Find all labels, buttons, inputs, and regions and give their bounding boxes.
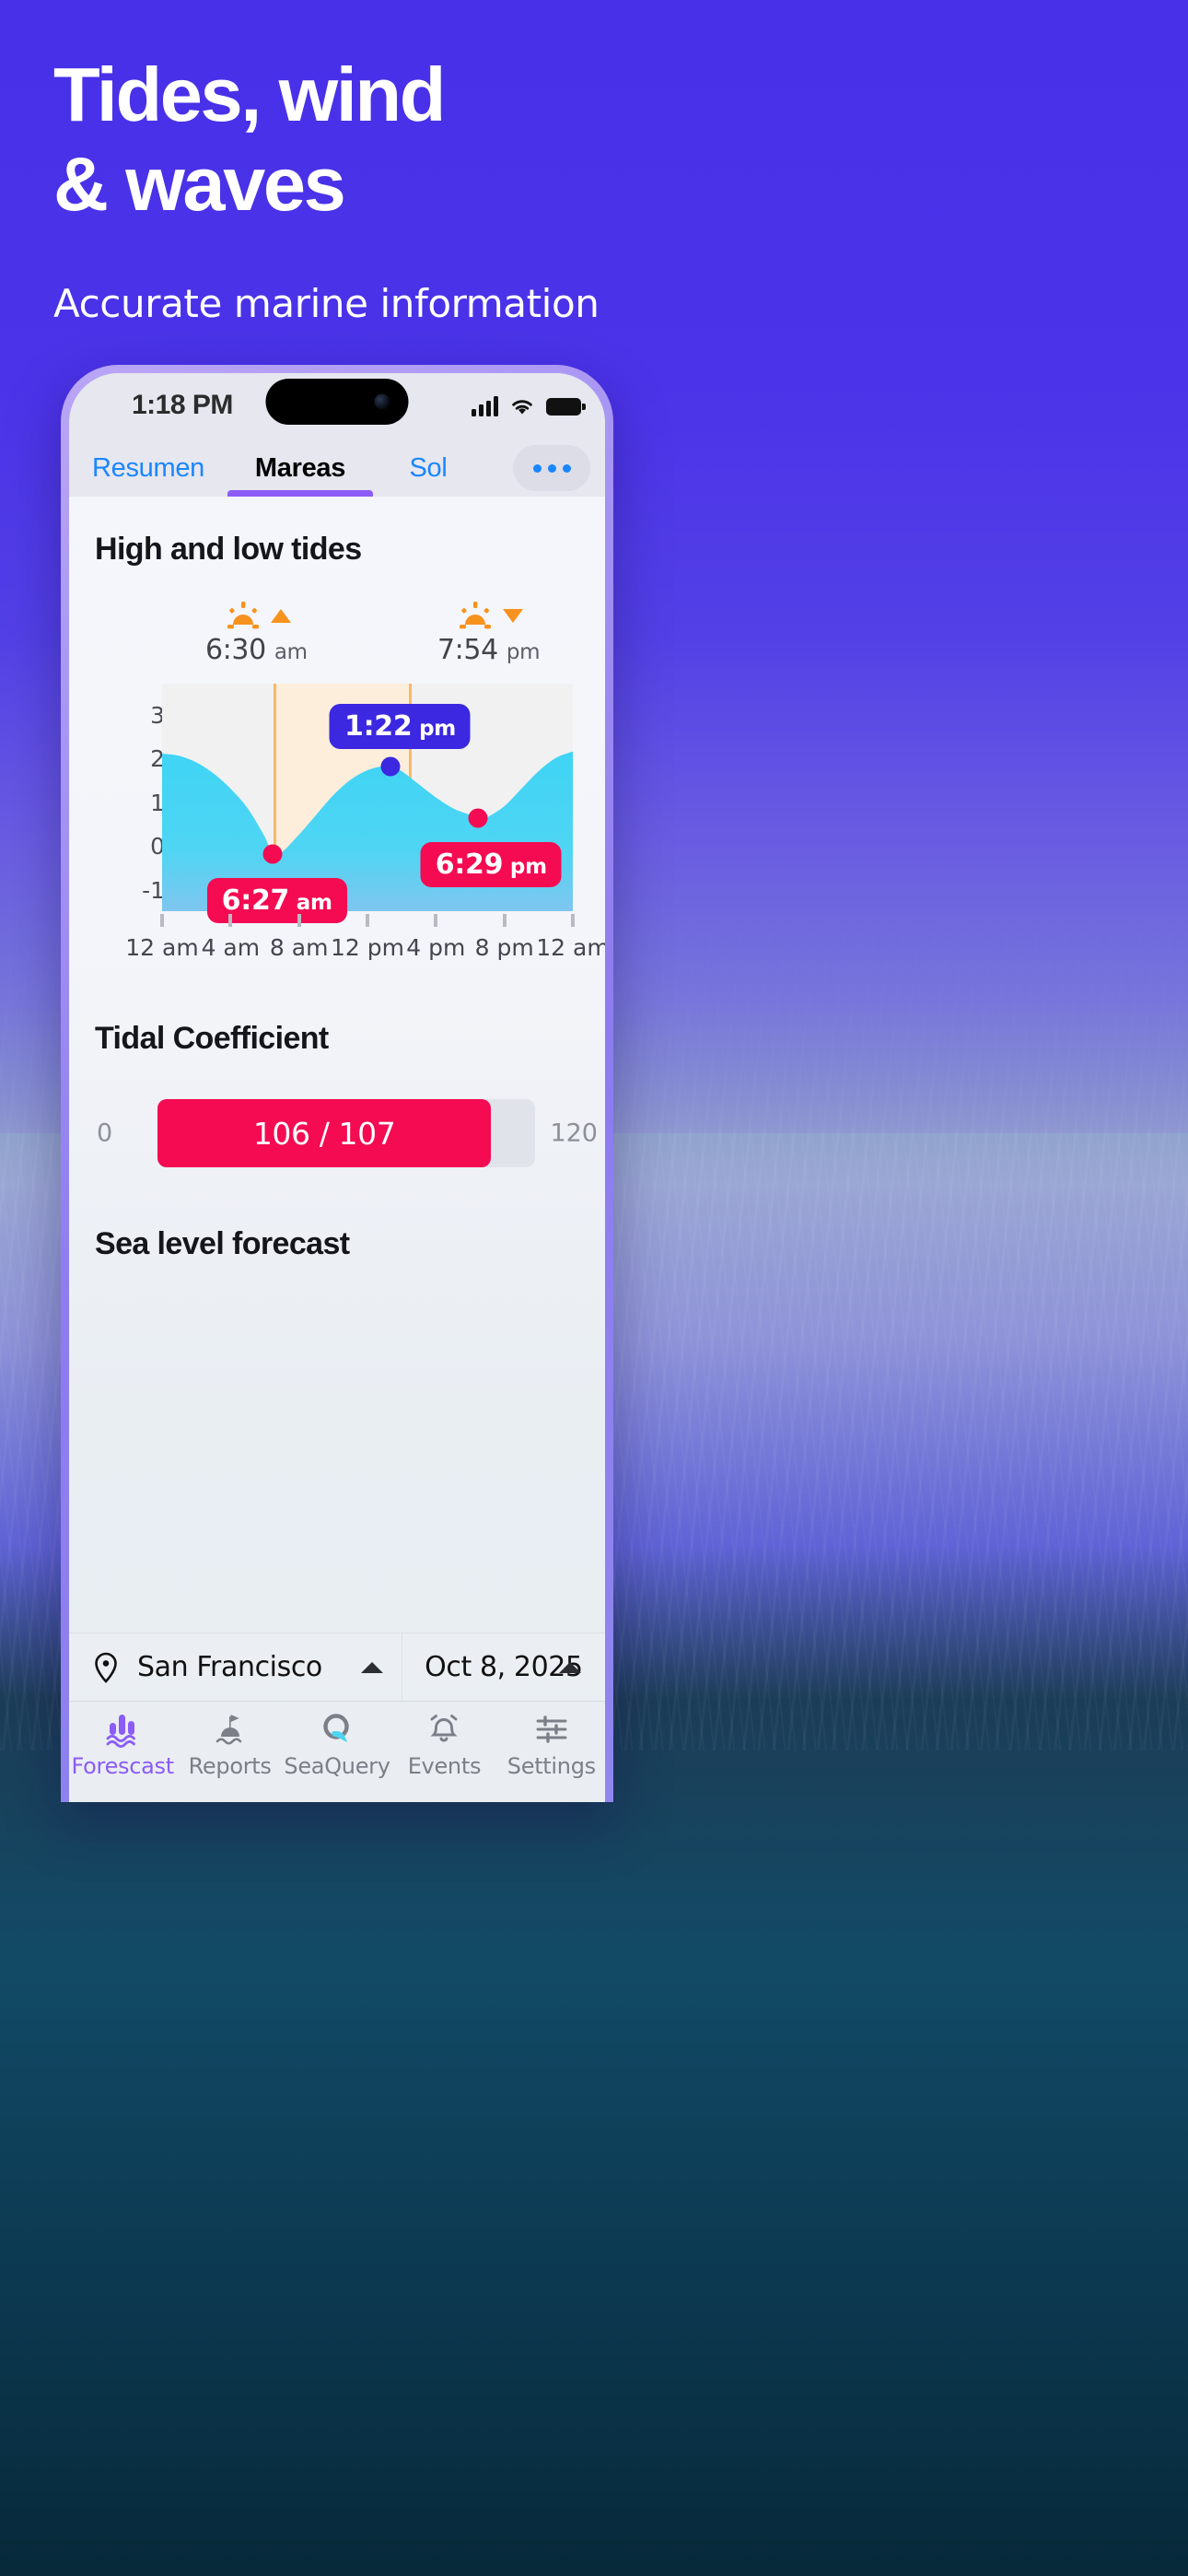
x-tick [228, 914, 233, 927]
x-tick [571, 914, 575, 927]
date-selector[interactable]: Oct 8, 2025 [401, 1633, 605, 1701]
alarm-bell-icon [425, 1709, 463, 1750]
location-name: San Francisco [137, 1651, 322, 1683]
sun-times-row: 6:30 am 7:54 pm [69, 601, 605, 678]
nav-label: Forescast [71, 1753, 175, 1779]
coefficient-row: 0 106 / 107 120 [69, 1099, 605, 1167]
x-tick-label: 4 pm [406, 934, 466, 961]
nav-label: SeaQuery [284, 1753, 390, 1779]
x-tick-label: 4 am [201, 934, 261, 961]
nav-item-seaquery[interactable]: SeaQuery [284, 1709, 390, 1779]
location-date-bar: San Francisco Oct 8, 2025 [69, 1633, 605, 1701]
sunset-group: 7:54 pm [437, 601, 541, 666]
nav-item-events[interactable]: Events [390, 1709, 497, 1779]
coefficient-max-label: 120 [550, 1118, 598, 1148]
section-title-tides: High and low tides [95, 532, 362, 567]
nav-item-settings[interactable]: Settings [498, 1709, 605, 1779]
battery-icon [546, 397, 586, 416]
sliders-icon [532, 1709, 571, 1750]
x-tick-label: 8 am [269, 934, 329, 961]
chart-y-axis: 3 2 1 0 -1 [124, 691, 185, 921]
coefficient-min-label: 0 [97, 1118, 113, 1148]
coefficient-track[interactable]: 106 / 107 [157, 1099, 535, 1167]
tab-mareas[interactable]: Mareas [227, 439, 373, 497]
sunrise-icon [205, 601, 308, 630]
sunrise-time: 6:30 am [205, 634, 308, 666]
sunrise-group: 6:30 am [205, 601, 308, 666]
ellipsis-dot-icon [562, 463, 571, 473]
section-title-coefficient: Tidal Coefficient [95, 1021, 329, 1056]
nav-item-reports[interactable]: Reports [176, 1709, 283, 1779]
sunrise-meridiem: am [274, 640, 308, 664]
tide-time: 6:29 [435, 849, 504, 882]
phone-screen: 1:18 PM Resumen Mareas Sol High and low … [69, 373, 605, 1802]
sunset-time-value: 7:54 [437, 634, 498, 666]
tide-meridiem: am [289, 891, 332, 916]
low-tide-label: 6:29 pm [420, 842, 562, 888]
arrow-up-icon [270, 608, 291, 623]
location-selector[interactable]: San Francisco [69, 1633, 402, 1701]
high-tide-label: 1:22 pm [330, 704, 471, 750]
coefficient-value: 106 / 107 [157, 1099, 492, 1167]
wifi-icon [512, 399, 532, 414]
sunset-time: 7:54 pm [437, 634, 541, 666]
sunset-meridiem: pm [506, 640, 541, 664]
low-tide-marker [262, 844, 283, 864]
sunrise-time-value: 6:30 [205, 634, 266, 666]
tab-sol[interactable]: Sol [373, 439, 483, 497]
buoy-flag-icon [211, 1709, 250, 1750]
status-clock: 1:18 PM [132, 390, 233, 420]
status-bar: 1:18 PM [69, 373, 605, 439]
x-tick [502, 914, 507, 927]
caret-up-icon [360, 1661, 383, 1673]
tide-time: 6:27 [221, 884, 290, 918]
arrow-down-icon [503, 608, 524, 623]
nav-label: Settings [507, 1753, 596, 1779]
x-tick-label: 12 am [125, 934, 199, 961]
front-camera-icon [374, 393, 390, 410]
bottom-navigation: Forescast Reports SeaQuery Events Settin… [69, 1701, 605, 1802]
x-tick-label: 12 pm [331, 934, 404, 961]
caret-up-icon [559, 1661, 581, 1673]
nav-label: Events [407, 1753, 482, 1779]
nav-label: Reports [188, 1753, 272, 1779]
top-tab-bar: Resumen Mareas Sol [69, 439, 605, 497]
page-subtitle: Accurate marine information [53, 280, 600, 326]
tab-resumen[interactable]: Resumen [69, 439, 227, 497]
tide-meridiem: pm [503, 855, 547, 880]
chart-x-axis: 12 am 4 am 8 am 12 pm 4 pm 8 pm 12 am [125, 914, 605, 967]
low-tide-marker [468, 808, 488, 828]
x-tick [297, 914, 301, 927]
x-tick-label: 8 pm [474, 934, 534, 961]
tide-meridiem: pm [412, 717, 456, 742]
section-title-sea-level: Sea level forecast [95, 1226, 350, 1261]
cellular-signal-icon [472, 396, 498, 416]
high-tide-marker [380, 756, 401, 777]
scroll-content[interactable]: High and low tides 6:30 am 7:54 pm 3 2 1… [69, 497, 605, 1802]
x-tick-label: 12 am [536, 934, 605, 961]
page-title-line-2: & waves [53, 141, 346, 228]
status-icons [472, 396, 586, 416]
sunset-icon [437, 601, 540, 630]
more-tabs-button[interactable] [513, 445, 590, 491]
ellipsis-dot-icon [532, 463, 542, 473]
tide-time: 1:22 [344, 710, 413, 744]
ellipsis-dot-icon [547, 463, 556, 473]
tide-chart[interactable]: 3 2 1 0 -1 6:27 am 1:22 pm 6:29 pm 12 am… [69, 684, 605, 961]
page-title-line-1: Tides, wind [53, 52, 446, 137]
nav-item-forecast[interactable]: Forescast [69, 1709, 176, 1779]
q-wave-icon [318, 1709, 356, 1750]
phone-mockup: 1:18 PM Resumen Mareas Sol High and low … [61, 365, 613, 1802]
x-tick [160, 914, 164, 927]
tide-bars-waves-icon [103, 1709, 142, 1750]
location-pin-icon [95, 1652, 117, 1683]
dynamic-island [265, 379, 409, 425]
page-title: Tides, wind & waves [53, 56, 1066, 228]
x-tick [434, 914, 438, 927]
x-tick [366, 914, 369, 927]
hero-copy: Tides, wind & waves Accurate marine info… [53, 56, 1066, 326]
